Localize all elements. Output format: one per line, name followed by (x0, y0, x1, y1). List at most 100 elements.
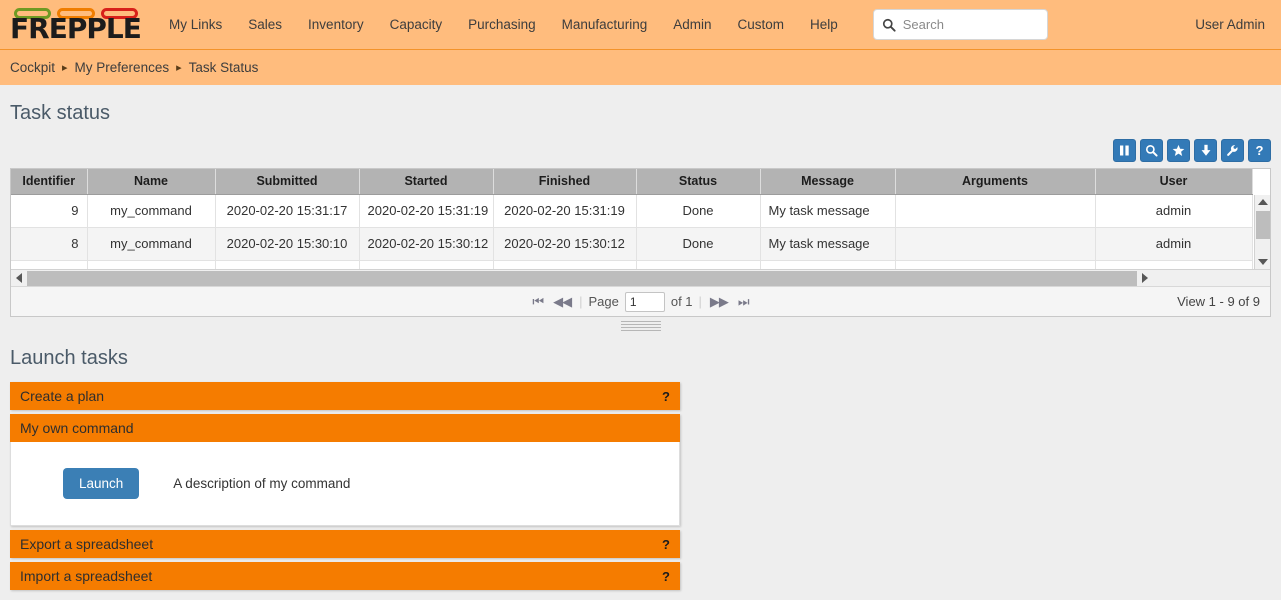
nav-item-inventory[interactable]: Inventory (295, 11, 377, 38)
cell-user: admin (1095, 260, 1252, 269)
scroll-down-arrow-icon[interactable] (1255, 255, 1270, 269)
launch-tasks-accordion: Create a plan?My own commandLaunchA desc… (10, 382, 680, 590)
panel-help-question-icon[interactable]: ? (662, 389, 670, 404)
star-icon (1172, 144, 1185, 157)
last-page-button[interactable]: ⏭ (736, 294, 751, 310)
launch-panel: Export a spreadsheet? (10, 530, 680, 558)
pagination-controls: ⏮ ◀◀ | Page of 1 | ▶▶ ⏭ (530, 292, 750, 312)
scroll-left-arrow-icon[interactable] (11, 273, 27, 283)
launch-panel-label: Create a plan (20, 388, 104, 404)
cell-identifier: 8 (11, 227, 87, 260)
search-icon (882, 18, 896, 32)
cell-message: My task message (760, 194, 895, 227)
cell-name: my_command (87, 194, 215, 227)
cell-started: 2020-02-20 15:29:20 (359, 260, 493, 269)
task-grid-scroll-area: IdentifierNameSubmittedStartedFinishedSt… (11, 169, 1270, 269)
wrench-icon (1226, 144, 1239, 157)
task-grid: IdentifierNameSubmittedStartedFinishedSt… (10, 168, 1271, 317)
download-arrow-icon-button[interactable] (1194, 139, 1217, 162)
nav-item-manufacturing[interactable]: Manufacturing (549, 11, 661, 38)
vertical-scrollbar-thumb[interactable] (1256, 211, 1270, 239)
cell-arguments (895, 260, 1095, 269)
scroll-right-arrow-icon[interactable] (1137, 273, 1153, 283)
next-page-button[interactable]: ▶▶ (708, 294, 730, 310)
horizontal-scrollbar-thumb[interactable] (27, 271, 1137, 286)
nav-item-custom[interactable]: Custom (724, 11, 797, 38)
cell-user: admin (1095, 227, 1252, 260)
launch-panel: My own commandLaunchA description of my … (10, 414, 680, 526)
column-header-message[interactable]: Message (760, 169, 895, 194)
top-navbar: FREPPLE My Links Sales Inventory Capacit… (0, 0, 1281, 50)
pause-icon-button[interactable] (1113, 139, 1136, 162)
nav-item-purchasing[interactable]: Purchasing (455, 11, 549, 38)
column-header-identifier[interactable]: Identifier (11, 169, 87, 194)
launch-panel-header[interactable]: Import a spreadsheet? (10, 562, 680, 590)
nav-item-sales[interactable]: Sales (235, 11, 295, 38)
breadcrumb-separator-icon: ▸ (176, 61, 182, 74)
table-header-row: IdentifierNameSubmittedStartedFinishedSt… (11, 169, 1252, 194)
scroll-up-arrow-icon[interactable] (1255, 195, 1270, 209)
help-question-icon-button[interactable]: ? (1248, 139, 1271, 162)
nav-item-admin[interactable]: Admin (660, 11, 724, 38)
launch-panel-header[interactable]: Create a plan? (10, 382, 680, 410)
table-body: 9my_command2020-02-20 15:31:172020-02-20… (11, 194, 1252, 269)
launch-panel-header[interactable]: Export a spreadsheet? (10, 530, 680, 558)
page-of-label: of 1 (671, 294, 693, 309)
panel-help-question-icon[interactable]: ? (662, 569, 670, 584)
pagination-bar: ⏮ ◀◀ | Page of 1 | ▶▶ ⏭ View 1 - 9 of 9 (11, 286, 1270, 316)
launch-panel-header[interactable]: My own command (10, 414, 680, 442)
cell-started: 2020-02-20 15:30:12 (359, 227, 493, 260)
pager-divider: | (579, 294, 582, 309)
table-row[interactable]: 9my_command2020-02-20 15:31:172020-02-20… (11, 194, 1252, 227)
nav-item-capacity[interactable]: Capacity (377, 11, 456, 38)
cell-arguments (895, 227, 1095, 260)
horizontal-scrollbar[interactable] (11, 269, 1270, 286)
wrench-icon-button[interactable] (1221, 139, 1244, 162)
table-row[interactable]: 7my_command2020-02-20 15:29:152020-02-20… (11, 260, 1252, 269)
cell-arguments (895, 194, 1095, 227)
column-header-started[interactable]: Started (359, 169, 493, 194)
nav-links: My Links Sales Inventory Capacity Purcha… (156, 11, 851, 38)
breadcrumb-item-task-status[interactable]: Task Status (189, 60, 259, 75)
breadcrumb: Cockpit ▸ My Preferences ▸ Task Status (0, 50, 1281, 85)
nav-item-my-links[interactable]: My Links (156, 11, 235, 38)
cell-identifier: 9 (11, 194, 87, 227)
frepple-logo[interactable]: FREPPLE (0, 8, 138, 42)
first-page-button[interactable]: ⏮ (530, 294, 545, 310)
page-number-input[interactable] (625, 292, 665, 312)
column-header-status[interactable]: Status (636, 169, 760, 194)
grid-toolbar: ? (10, 139, 1271, 162)
breadcrumb-item-my-preferences[interactable]: My Preferences (75, 60, 170, 75)
launch-button[interactable]: Launch (63, 468, 139, 499)
breadcrumb-item-cockpit[interactable]: Cockpit (10, 60, 55, 75)
previous-page-button[interactable]: ◀◀ (551, 294, 573, 310)
cell-submitted: 2020-02-20 15:30:10 (215, 227, 359, 260)
task-table: IdentifierNameSubmittedStartedFinishedSt… (11, 169, 1253, 269)
table-row[interactable]: 8my_command2020-02-20 15:30:102020-02-20… (11, 227, 1252, 260)
star-icon-button[interactable] (1167, 139, 1190, 162)
grid-resize-grip[interactable] (621, 321, 661, 331)
search-box[interactable] (873, 9, 1048, 40)
launch-panel-label: Import a spreadsheet (20, 568, 152, 584)
column-header-finished[interactable]: Finished (493, 169, 636, 194)
launch-panel-label: Export a spreadsheet (20, 536, 153, 552)
search-icon-button[interactable] (1140, 139, 1163, 162)
cell-finished: 2020-02-20 15:29:20 (493, 260, 636, 269)
question-icon: ? (1256, 143, 1264, 158)
cell-identifier: 7 (11, 260, 87, 269)
panel-help-question-icon[interactable]: ? (662, 537, 670, 552)
column-header-submitted[interactable]: Submitted (215, 169, 359, 194)
grid-resize-grip-wrap (10, 321, 1271, 331)
nav-item-help[interactable]: Help (797, 11, 851, 38)
column-header-arguments[interactable]: Arguments (895, 169, 1095, 194)
launch-tasks-title: Launch tasks (10, 347, 1271, 370)
column-header-name[interactable]: Name (87, 169, 215, 194)
user-menu[interactable]: User Admin (1195, 17, 1265, 32)
search-input[interactable] (901, 16, 1039, 33)
page-title: Task status (10, 102, 1271, 125)
cell-submitted: 2020-02-20 15:29:15 (215, 260, 359, 269)
column-header-user[interactable]: User (1095, 169, 1252, 194)
pager-divider: | (699, 294, 702, 309)
logo-text: FREPPLE (10, 16, 138, 42)
vertical-scrollbar[interactable] (1254, 195, 1270, 269)
